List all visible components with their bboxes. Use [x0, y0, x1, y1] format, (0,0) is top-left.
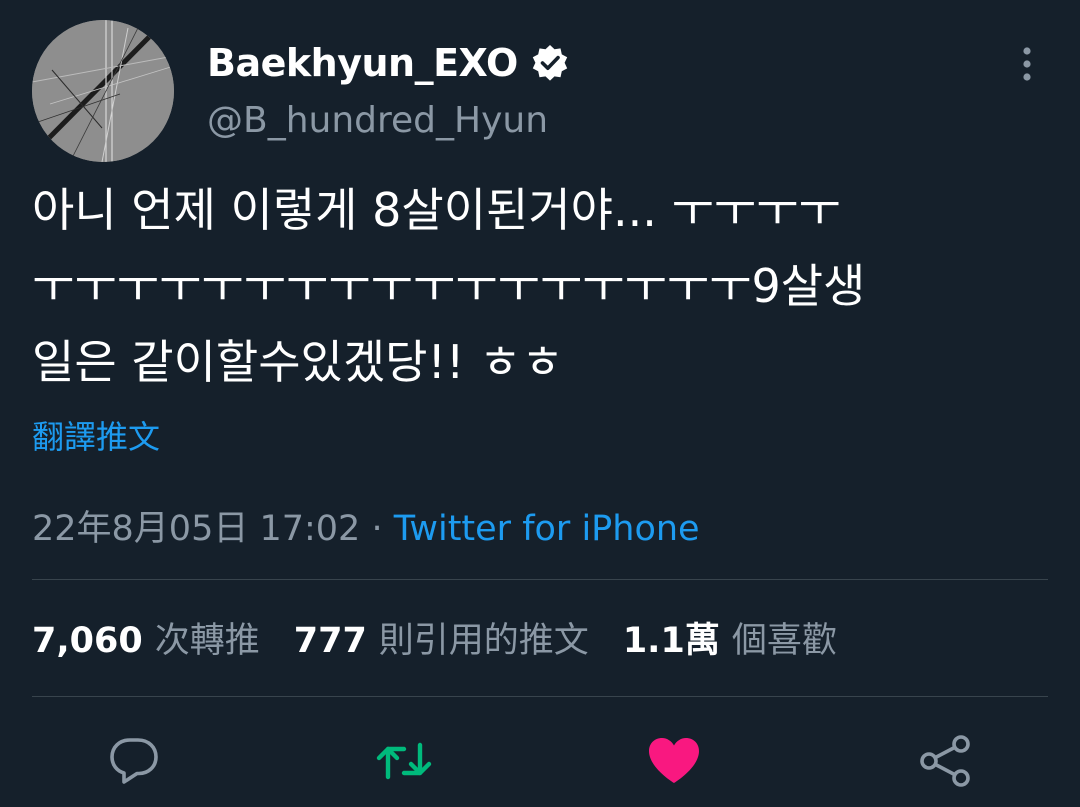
tweet-meta: 22年8月05日 17:02 · Twitter for iPhone [32, 500, 700, 551]
source-link[interactable]: Twitter for iPhone [394, 509, 700, 549]
likes-label: 個喜歡 [731, 621, 837, 661]
quotes-stat[interactable]: 777 則引用的推文 [294, 612, 589, 663]
tweet-line: 일은 같이할수있겠당!! ㅎㅎ [32, 335, 564, 389]
display-name[interactable]: Baekhyun_EXO [207, 41, 518, 85]
translate-tweet-link[interactable]: 翻譯推文 [32, 412, 160, 458]
retweet-icon [376, 742, 432, 780]
name-row[interactable]: Baekhyun_EXO [207, 40, 570, 86]
retweets-label: 次轉推 [154, 621, 260, 661]
tweet-line: ㅜㅜㅜㅜㅜㅜㅜㅜㅜㅜㅜㅜㅜㅜㅜㅜㅜ9살생 [32, 259, 866, 313]
reply-icon [110, 738, 158, 784]
retweets-count: 7,060 [32, 621, 143, 661]
quotes-count: 777 [293, 621, 367, 661]
more-options-icon[interactable] [1010, 44, 1044, 84]
retweet-button[interactable] [374, 733, 434, 789]
user-handle[interactable]: @B_hundred_Hyun [207, 100, 548, 141]
avatar[interactable] [32, 20, 174, 162]
engagement-stats: 7,060 次轉推 777 則引用的推文 1.1萬 個喜歡 [32, 612, 871, 663]
like-button[interactable] [644, 733, 704, 789]
share-button[interactable] [915, 733, 975, 789]
verified-badge-icon [530, 43, 570, 83]
share-icon [920, 735, 970, 787]
meta-separator: · [371, 509, 383, 549]
reply-button[interactable] [104, 733, 164, 789]
likes-stat[interactable]: 1.1萬 個喜歡 [623, 612, 837, 663]
timestamp[interactable]: 22年8月05日 17:02 [32, 509, 360, 549]
likes-count: 1.1萬 [622, 621, 720, 661]
tweet-text: 아니 언제 이렇게 8살이된거야... ㅜㅜㅜㅜ ㅜㅜㅜㅜㅜㅜㅜㅜㅜㅜㅜㅜㅜㅜㅜ… [32, 172, 1042, 400]
divider [32, 579, 1048, 580]
tweet-line: 아니 언제 이렇게 8살이된거야... ㅜㅜㅜㅜ [32, 183, 841, 237]
divider [32, 696, 1048, 697]
quotes-label: 則引用的推文 [378, 621, 589, 661]
retweets-stat[interactable]: 7,060 次轉推 [32, 612, 260, 663]
heart-icon [649, 738, 699, 783]
